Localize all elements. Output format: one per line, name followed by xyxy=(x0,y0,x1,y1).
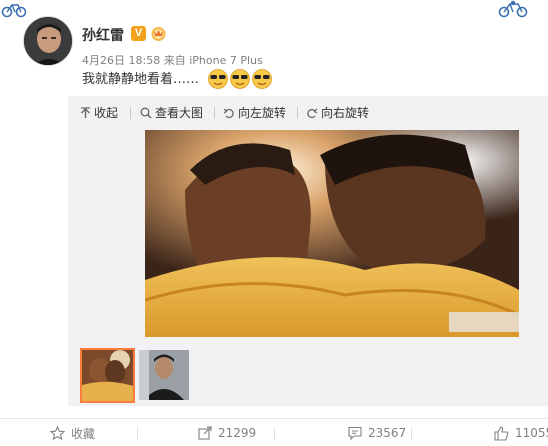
favorite-label: 收藏 xyxy=(71,426,96,441)
rotate-right-button[interactable]: 向右旋转 xyxy=(306,104,369,122)
thumbnail-image xyxy=(82,350,133,401)
thumbnail-image xyxy=(139,350,189,400)
comment-count: 23567 xyxy=(368,426,407,440)
repost-button[interactable]: 21299 xyxy=(198,419,256,446)
toolbar-divider xyxy=(130,107,131,119)
repost-count: 21299 xyxy=(218,426,257,440)
username[interactable]: 孙红雷 xyxy=(82,25,124,45)
repost-icon xyxy=(198,426,212,440)
rotate-left-label: 向左旋转 xyxy=(238,106,287,120)
thumbnail-selected[interactable] xyxy=(80,348,135,403)
action-divider xyxy=(137,427,138,441)
comment-icon xyxy=(348,426,362,440)
main-photo[interactable] xyxy=(145,130,519,337)
rotate-left-button[interactable]: 向左旋转 xyxy=(223,104,286,122)
like-count: 11055 xyxy=(515,426,548,440)
sunglasses-emoji-icon xyxy=(208,69,272,89)
post-source[interactable]: iPhone 7 Plus xyxy=(189,54,263,67)
action-divider xyxy=(411,427,412,441)
decorative-bike-icon xyxy=(498,0,528,18)
like-button[interactable]: 11055 xyxy=(494,419,548,446)
source-prefix: 来自 xyxy=(163,54,186,67)
post-meta: 4月26日 18:58 来自 iPhone 7 Plus xyxy=(82,52,263,68)
toolbar-divider xyxy=(297,107,298,119)
avatar-image xyxy=(24,17,72,65)
action-bar: 收藏 21299 23567 11055 xyxy=(0,418,548,446)
thumbnail[interactable] xyxy=(139,350,189,400)
magnifier-icon xyxy=(140,107,152,119)
post-text: 我就静静地看着…… xyxy=(82,72,200,87)
verified-badge-icon[interactable]: V xyxy=(131,26,146,41)
view-large-label: 查看大图 xyxy=(155,106,204,120)
collapse-arrow-icon xyxy=(81,107,90,118)
favorite-button[interactable]: 收藏 xyxy=(50,419,95,446)
post-timestamp[interactable]: 4月26日 18:58 xyxy=(82,54,160,67)
collapse-button[interactable]: 收起 xyxy=(80,104,118,122)
rotate-right-icon xyxy=(307,108,318,119)
vip-crown-icon[interactable] xyxy=(150,25,167,42)
avatar[interactable] xyxy=(23,16,73,66)
weibo-post: 孙红雷 V 4月26日 18:58 来自 iPhone 7 Plus 我就静静地… xyxy=(0,0,548,446)
thumbs-up-icon xyxy=(494,425,509,441)
photo-image xyxy=(145,130,519,337)
comment-button[interactable]: 23567 xyxy=(348,419,406,446)
decorative-bike-icon xyxy=(1,4,27,18)
rotate-right-label: 向右旋转 xyxy=(321,106,370,120)
view-large-button[interactable]: 查看大图 xyxy=(140,104,203,122)
rotate-left-icon xyxy=(223,108,234,119)
toolbar-divider xyxy=(214,107,215,119)
action-divider xyxy=(274,427,275,441)
collapse-label: 收起 xyxy=(94,106,119,120)
star-icon xyxy=(50,426,65,440)
